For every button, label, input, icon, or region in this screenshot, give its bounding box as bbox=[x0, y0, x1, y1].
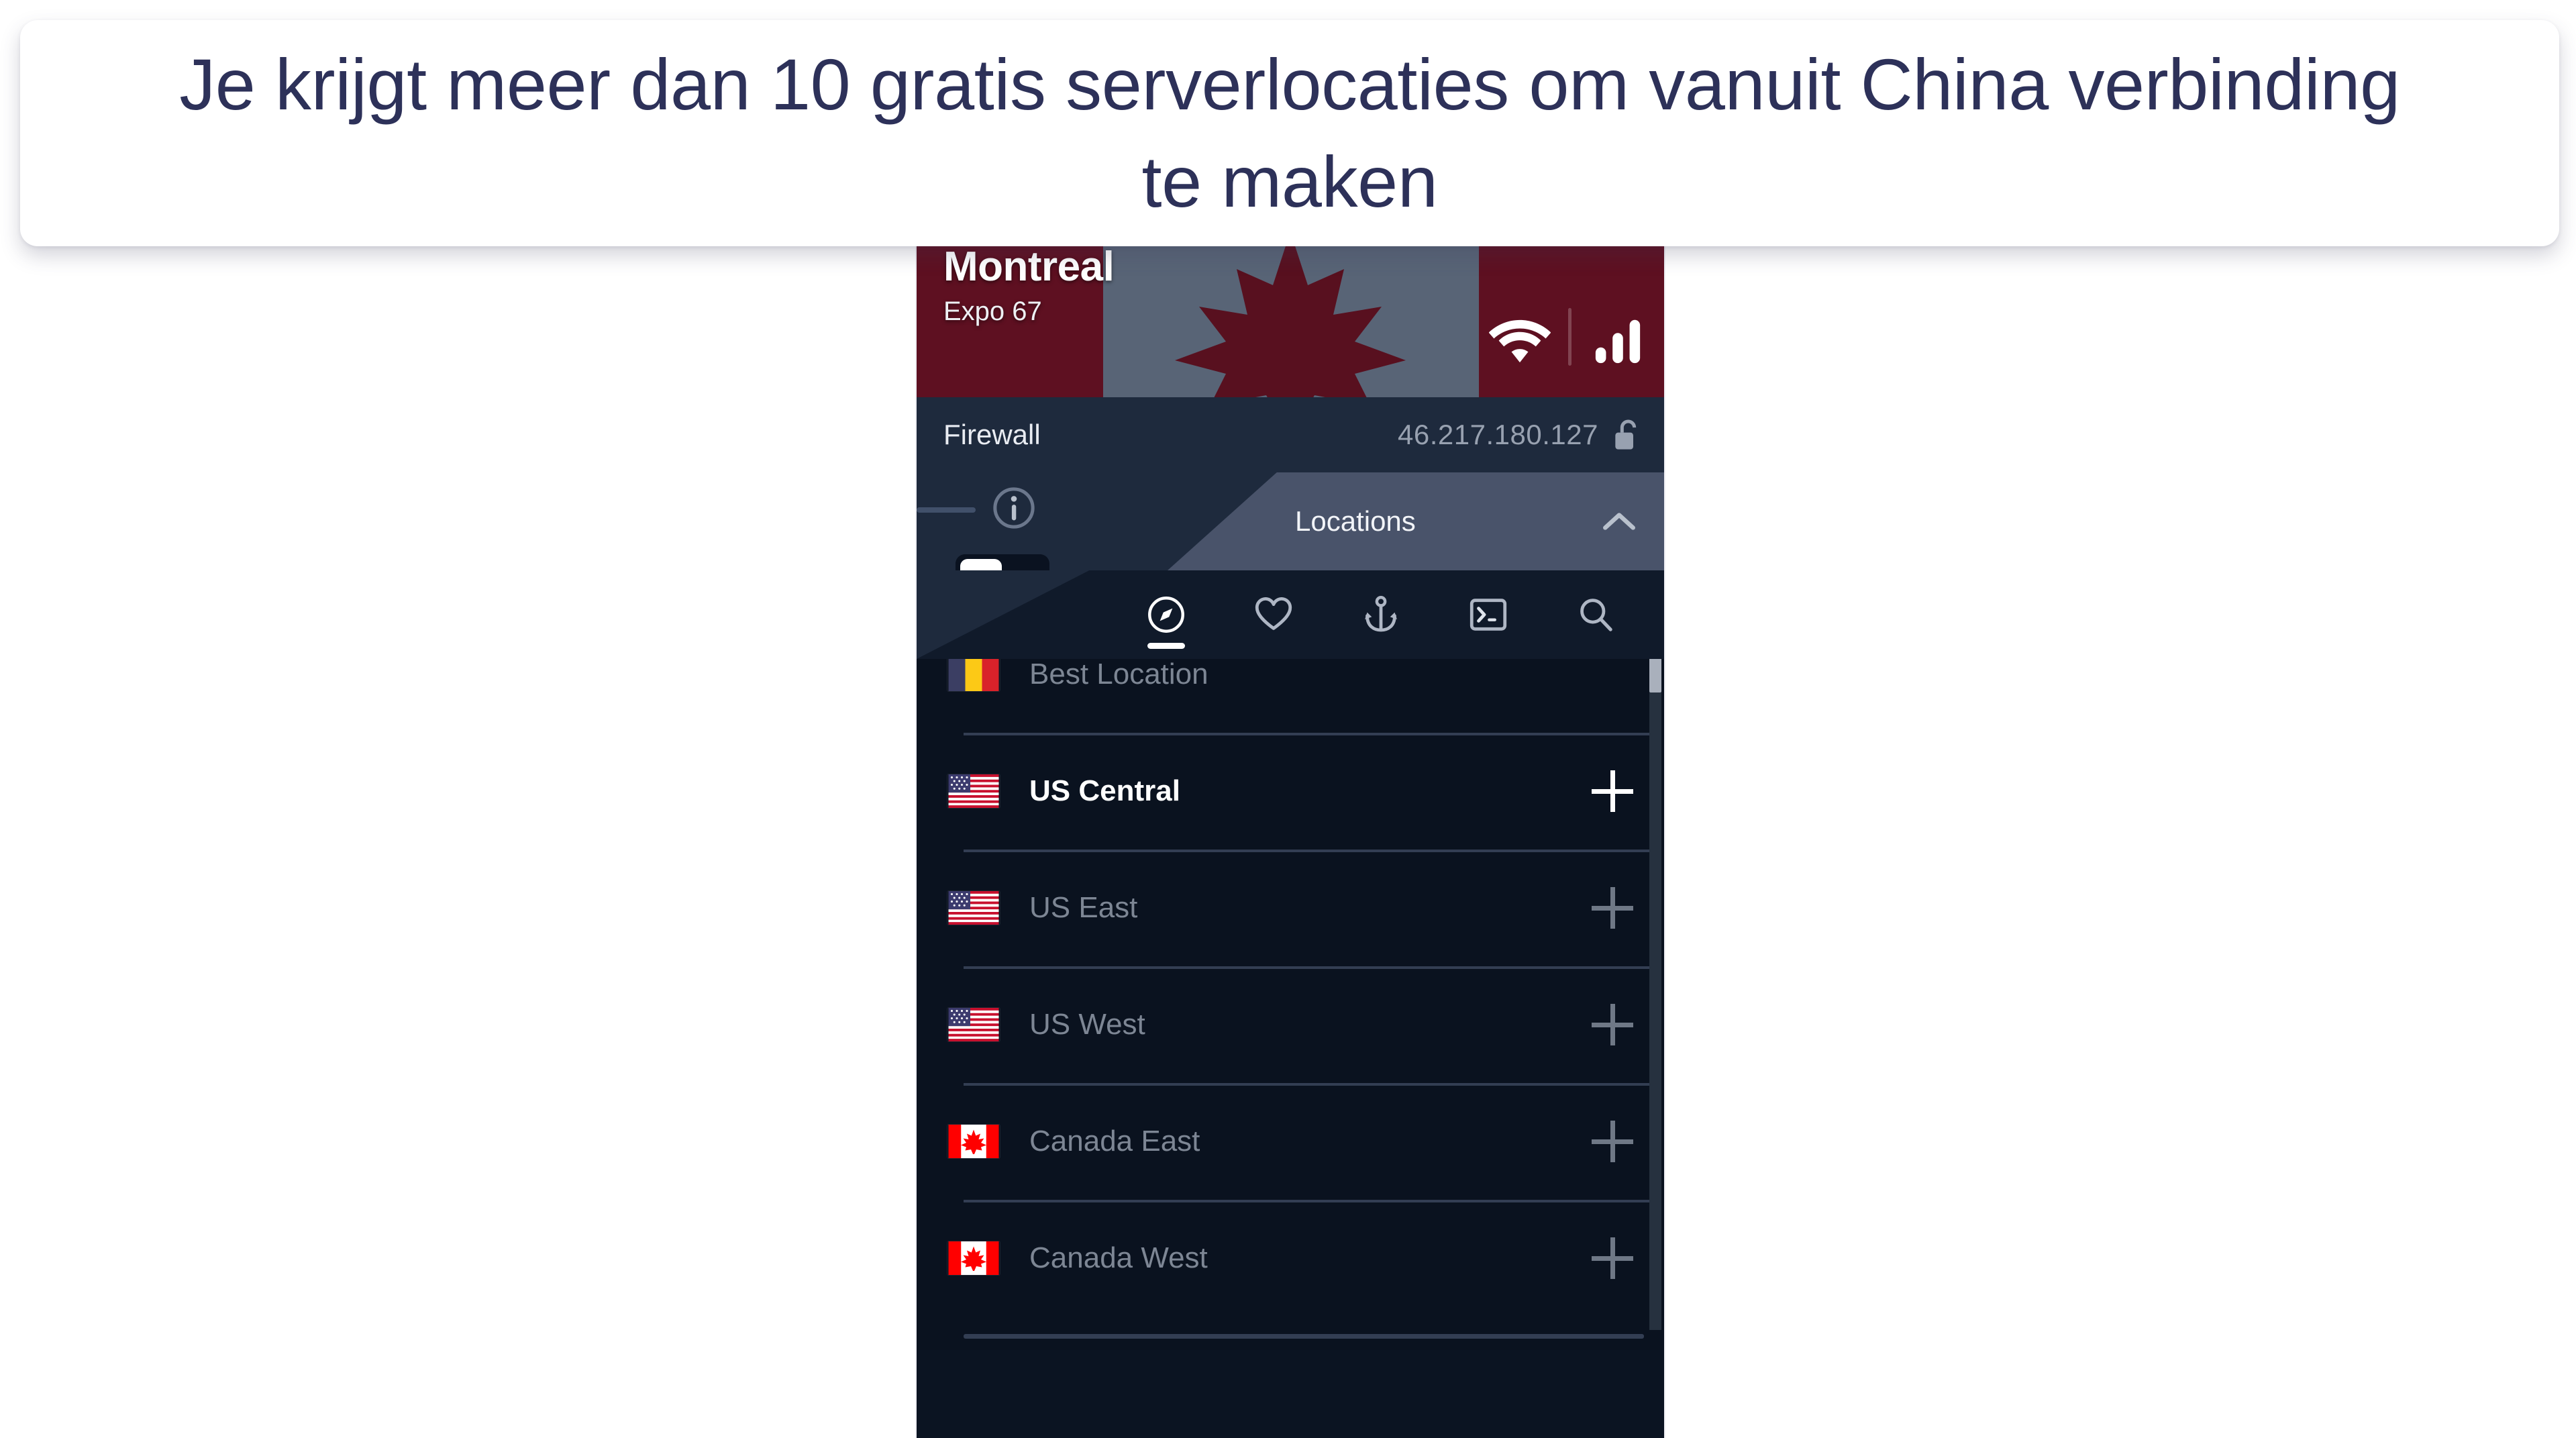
ip-address-value: 46.217.180.127 bbox=[1398, 419, 1598, 450]
list-item[interactable]: Canada West bbox=[917, 1200, 1664, 1317]
add-location-button[interactable] bbox=[1592, 770, 1633, 812]
add-location-button[interactable] bbox=[1592, 1237, 1633, 1279]
signal-bars-icon bbox=[1595, 319, 1641, 364]
row-divider bbox=[964, 1334, 1644, 1339]
heart-icon bbox=[1255, 597, 1292, 630]
location-label: Canada West bbox=[1029, 1241, 1208, 1274]
location-label: US Central bbox=[1029, 774, 1180, 807]
list-item[interactable]: US West bbox=[917, 966, 1664, 1083]
list-item[interactable]: US Central bbox=[917, 733, 1664, 850]
tab-compass[interactable] bbox=[1129, 578, 1203, 652]
list-item[interactable]: US East bbox=[917, 850, 1664, 966]
info-icon[interactable] bbox=[992, 486, 1036, 530]
tab-favorites[interactable] bbox=[1237, 578, 1310, 652]
romania-flag-icon bbox=[947, 658, 1000, 691]
locations-title: Locations bbox=[1295, 505, 1416, 537]
wifi-icon bbox=[1489, 319, 1551, 363]
location-label: Best Location bbox=[1029, 658, 1208, 690]
list-bottom-edge bbox=[917, 1330, 1664, 1350]
connection-city: Montreal bbox=[943, 244, 1115, 290]
add-location-button[interactable] bbox=[1592, 887, 1633, 929]
panel-body: Firewall 46.217.180.127 Locations Best L… bbox=[917, 397, 1664, 1350]
tab-terminal[interactable] bbox=[1451, 578, 1525, 652]
add-location-button[interactable] bbox=[1592, 1004, 1633, 1045]
locations-tabbar bbox=[917, 570, 1664, 659]
hero-content: Montreal Expo 67 bbox=[917, 238, 1664, 397]
hero-divider bbox=[1568, 308, 1572, 366]
chevron-up-icon[interactable] bbox=[1601, 510, 1637, 533]
firewall-row[interactable]: Firewall 46.217.180.127 bbox=[917, 397, 1664, 472]
page-title: Je krijgt meer dan 10 gratis serverlocat… bbox=[179, 43, 2400, 222]
tab-active-underline bbox=[1147, 643, 1185, 649]
locations-tab-header[interactable]: Locations bbox=[1168, 472, 1664, 570]
hero-status-icons bbox=[1489, 308, 1644, 367]
firewall-label: Firewall bbox=[943, 419, 1041, 450]
tabs-row bbox=[1098, 570, 1664, 659]
firewall-status: 46.217.180.127 bbox=[1398, 418, 1641, 452]
divider-dash bbox=[917, 507, 976, 513]
location-label: Canada East bbox=[1029, 1125, 1200, 1158]
screenshot-root: Je krijgt meer dan 10 gratis serverlocat… bbox=[0, 0, 2576, 1438]
unlock-icon[interactable] bbox=[1612, 418, 1641, 452]
location-label: US West bbox=[1029, 1008, 1145, 1041]
canada-flag-icon bbox=[947, 1125, 1000, 1158]
us-flag-icon bbox=[947, 1008, 1000, 1041]
tab-static-ip[interactable] bbox=[1344, 578, 1418, 652]
us-flag-icon bbox=[947, 774, 1000, 808]
headline-card: Je krijgt meer dan 10 gratis serverlocat… bbox=[20, 20, 2559, 246]
us-flag-icon bbox=[947, 891, 1000, 925]
connection-hero-header: Montreal Expo 67 bbox=[917, 238, 1664, 397]
location-label: US East bbox=[1029, 891, 1138, 924]
terminal-icon bbox=[1470, 599, 1507, 631]
vpn-app-panel: Montreal Expo 67 Firewall 46.217.180.127… bbox=[917, 238, 1664, 1438]
compass-icon bbox=[1148, 597, 1184, 633]
list-item[interactable]: Canada East bbox=[917, 1083, 1664, 1200]
list-scrollbar-track[interactable] bbox=[1649, 616, 1661, 1350]
search-icon bbox=[1580, 599, 1612, 631]
locations-list: Best Location US Central US East US West… bbox=[917, 616, 1664, 1350]
tab-search[interactable] bbox=[1559, 578, 1633, 652]
anchor-icon bbox=[1365, 596, 1397, 632]
canada-flag-icon bbox=[947, 1241, 1000, 1275]
controls-zone: Locations bbox=[917, 472, 1664, 659]
add-location-button[interactable] bbox=[1592, 1121, 1633, 1162]
